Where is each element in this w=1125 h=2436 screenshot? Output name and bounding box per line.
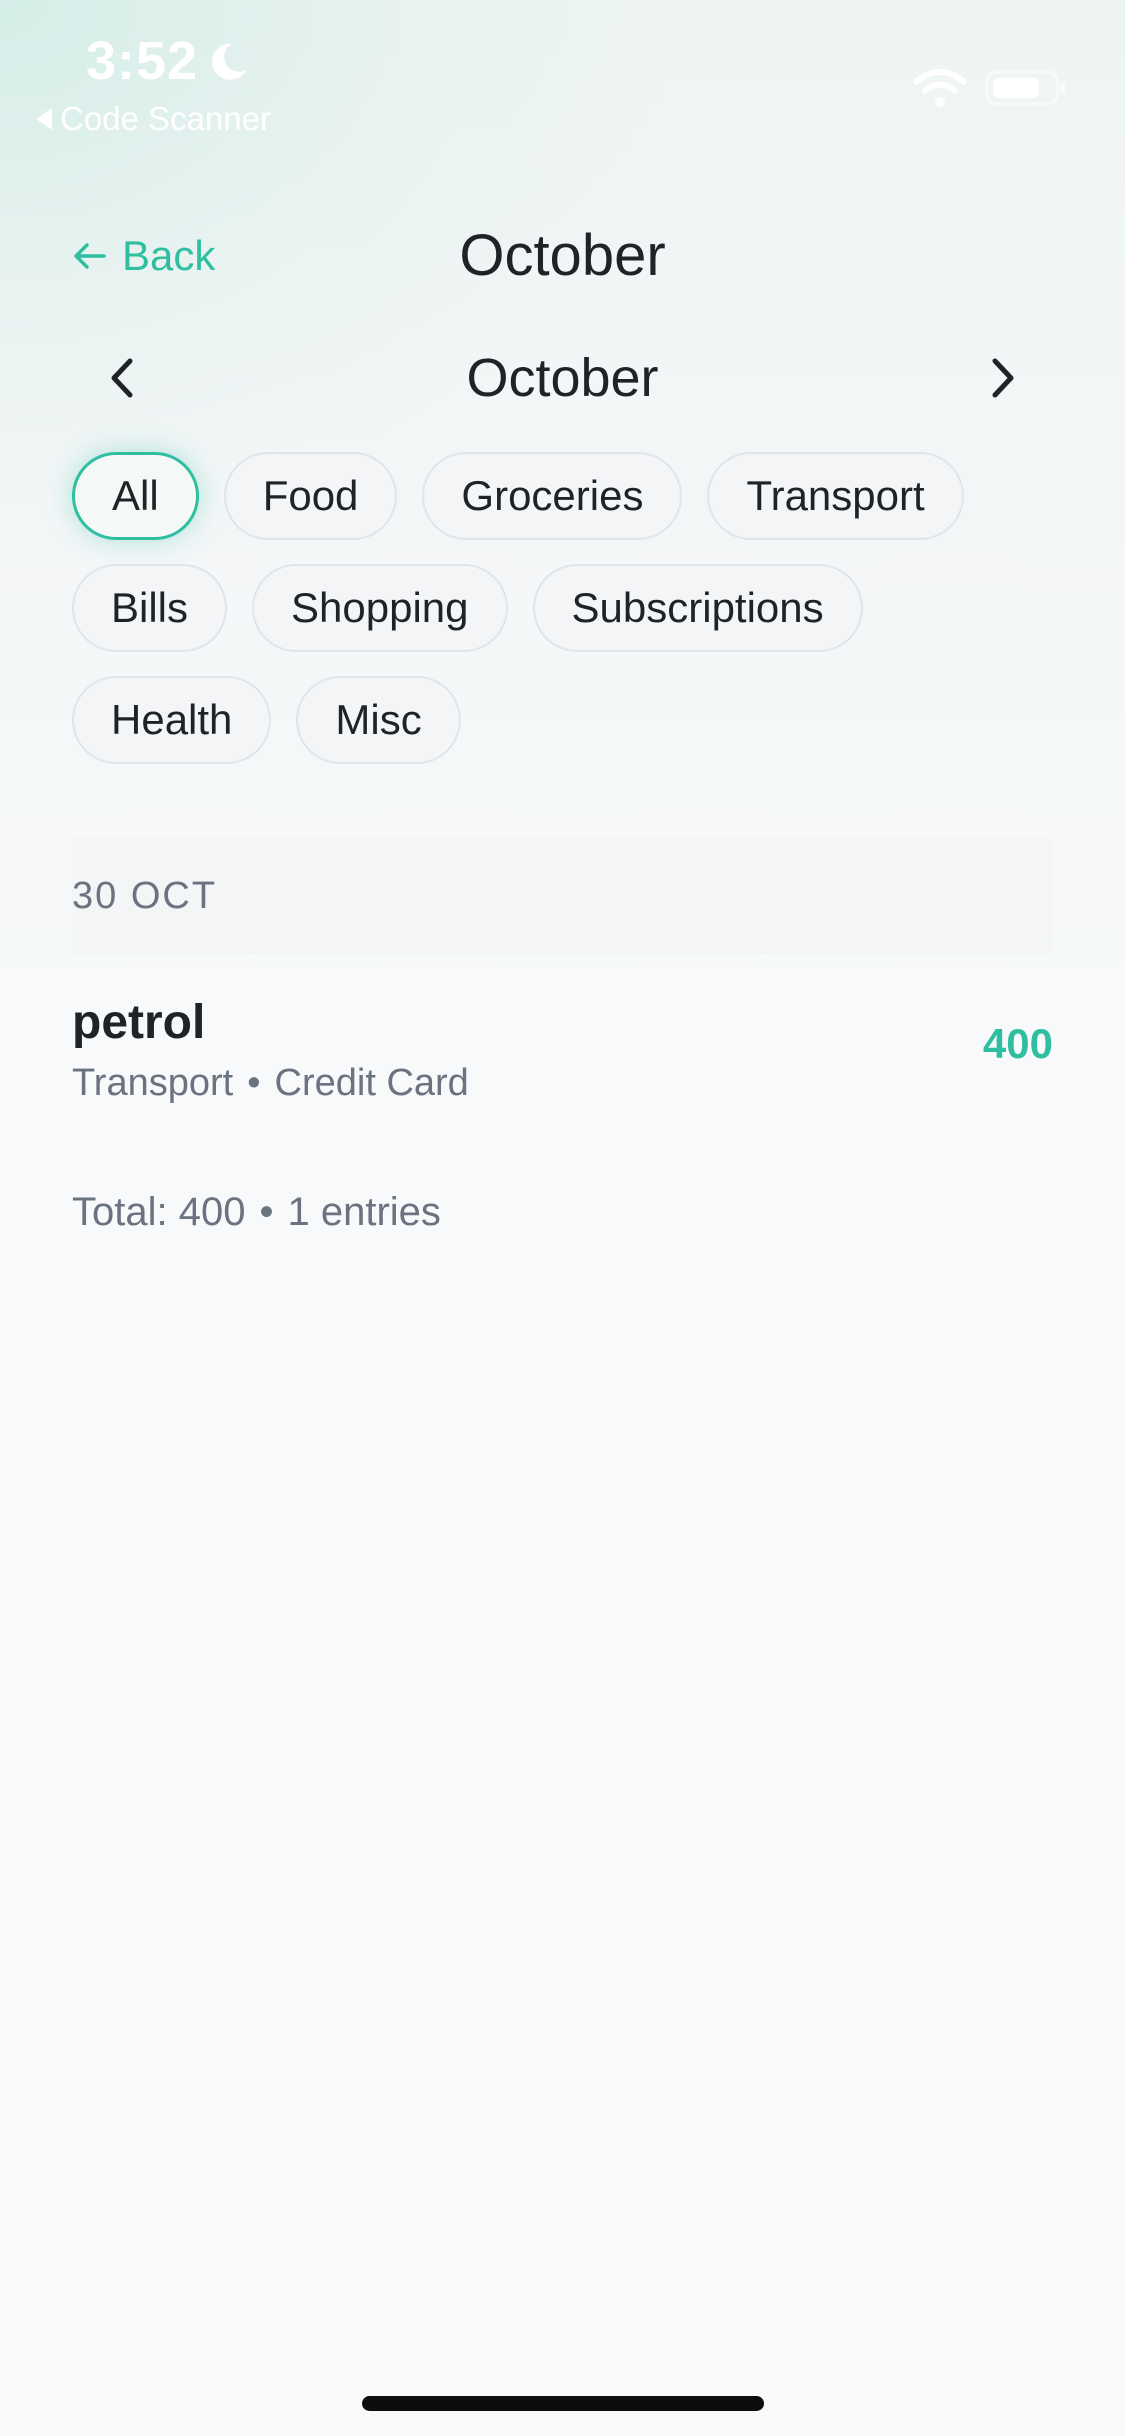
entry-title: petrol — [72, 996, 206, 1049]
entries-count: 1 entries — [287, 1190, 441, 1234]
home-indicator — [362, 2396, 764, 2411]
arrow-left-icon — [74, 243, 106, 269]
entry-amount: 400 — [982, 1020, 1053, 1067]
wifi-icon — [913, 69, 967, 107]
total-summary: Total: 400 • 1 entries — [72, 1190, 441, 1235]
filter-chip-transport[interactable]: Transport — [707, 452, 964, 540]
filter-chip-misc[interactable]: Misc — [296, 676, 461, 764]
previous-month-button[interactable] — [72, 338, 172, 418]
month-label: October — [466, 348, 659, 408]
filter-chip-subscriptions[interactable]: Subscriptions — [532, 564, 863, 652]
back-button[interactable]: Back — [72, 232, 215, 280]
filter-chip-health[interactable]: Health — [72, 676, 272, 764]
filter-chip-all[interactable]: All — [72, 452, 199, 540]
entry-subtitle: Transport • Credit Card — [72, 1062, 469, 1105]
total-amount: Total: 400 — [72, 1190, 246, 1234]
total-separator: • — [259, 1190, 274, 1234]
chevron-right-icon — [992, 358, 1014, 398]
battery-icon — [985, 70, 1065, 106]
filter-chip-bills[interactable]: Bills — [72, 564, 228, 652]
status-time: 3:52 — [86, 31, 199, 91]
filter-chip-food[interactable]: Food — [223, 452, 398, 540]
back-triangle-icon — [36, 108, 52, 130]
back-to-app-link[interactable]: Code Scanner — [36, 100, 271, 138]
list-item[interactable]: petrol Transport • Credit Card 400 — [72, 990, 1053, 1120]
back-label: Back — [122, 232, 216, 279]
moon-icon — [211, 43, 246, 80]
entry-payment-method: Credit Card — [274, 1062, 469, 1104]
back-app-label: Code Scanner — [60, 100, 271, 137]
date-label: 30 OCT — [72, 874, 218, 917]
chevron-left-icon — [111, 358, 133, 398]
date-group-header: 30 OCT — [72, 838, 1053, 954]
entry-category: Transport — [72, 1062, 234, 1104]
category-filter-chips: All Food Groceries Transport Bills Shopp… — [72, 452, 1072, 764]
month-navigator: October — [72, 338, 1053, 418]
filter-chip-shopping[interactable]: Shopping — [252, 564, 508, 652]
entry-separator: • — [247, 1062, 261, 1104]
next-month-button[interactable] — [953, 338, 1053, 418]
filter-chip-groceries[interactable]: Groceries — [422, 452, 683, 540]
